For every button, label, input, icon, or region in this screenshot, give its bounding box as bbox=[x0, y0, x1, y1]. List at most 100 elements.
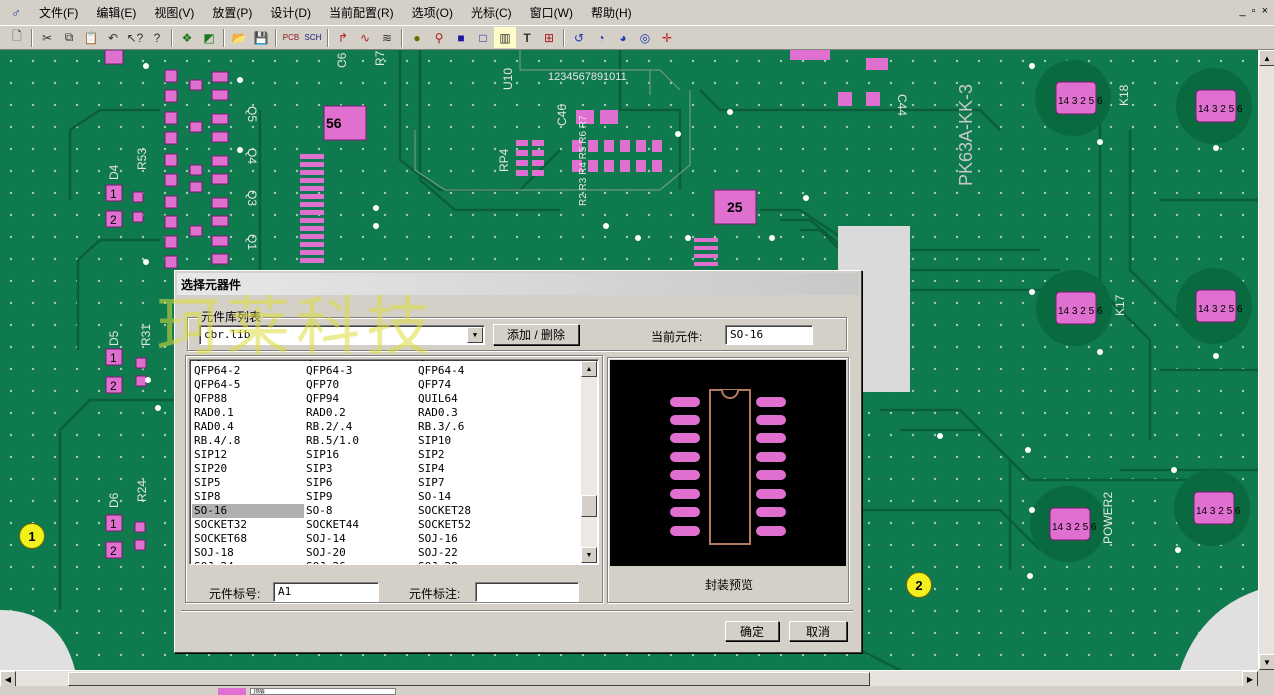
dimension-icon[interactable]: ⊞ bbox=[538, 27, 560, 48]
open-folder-icon[interactable]: 📂 bbox=[228, 27, 250, 48]
component-list-item[interactable]: SOJ-26 bbox=[304, 560, 416, 564]
component-list-item[interactable]: SO-16 bbox=[192, 504, 304, 518]
pcb-icon[interactable]: PCB bbox=[280, 27, 302, 48]
rect-icon[interactable]: □ bbox=[472, 27, 494, 48]
list-scrollbar[interactable]: ▲ ▼ bbox=[581, 361, 597, 563]
component-list-item[interactable]: RB.4/.8 bbox=[192, 434, 304, 448]
cancel-button[interactable]: 取消 bbox=[789, 621, 847, 641]
menu-config[interactable]: 当前配置(R) bbox=[320, 4, 403, 21]
scroll-up-icon[interactable]: ▲ bbox=[1259, 50, 1274, 66]
component-list-item[interactable]: QFP64-4 bbox=[416, 364, 528, 378]
component-list-item[interactable]: SO-8 bbox=[304, 504, 416, 518]
component-list-item[interactable]: QFP64-2 bbox=[192, 364, 304, 378]
scroll-left-icon[interactable]: ◀ bbox=[0, 671, 16, 687]
component-list-item[interactable]: RAD0.2 bbox=[304, 406, 416, 420]
component-list-item[interactable]: SIP6 bbox=[304, 476, 416, 490]
component-list-item[interactable]: SO-14 bbox=[416, 490, 528, 504]
arc2-icon[interactable]: ◕ bbox=[612, 27, 634, 48]
scroll-down-icon[interactable]: ▼ bbox=[1259, 654, 1274, 670]
list-scroll-thumb[interactable] bbox=[581, 495, 597, 517]
help-icon[interactable]: ? bbox=[146, 27, 168, 48]
horizontal-scroll-thumb[interactable] bbox=[68, 672, 870, 686]
component-list-item[interactable]: SOCKET68 bbox=[192, 532, 304, 546]
cross-cursor-icon[interactable]: ✛ bbox=[656, 27, 678, 48]
new-file-icon[interactable]: 🗋 bbox=[6, 27, 28, 48]
cut-icon[interactable]: ✂ bbox=[36, 27, 58, 48]
component-list-item[interactable]: QFP64-3 bbox=[304, 364, 416, 378]
component-list-item[interactable]: QUIL64 bbox=[416, 392, 528, 406]
component-list-item[interactable]: SOJ-20 bbox=[304, 546, 416, 560]
component-list-item[interactable]: SIP2 bbox=[416, 448, 528, 462]
component-list-item[interactable]: SOCKET28 bbox=[416, 504, 528, 518]
component-list-item[interactable]: QFP70 bbox=[304, 378, 416, 392]
component-list-item[interactable]: QFP74 bbox=[416, 378, 528, 392]
app-icon[interactable]: ♂ bbox=[6, 3, 26, 23]
component-list-item[interactable]: SOCKET52 bbox=[416, 518, 528, 532]
menu-place[interactable]: 放置(P) bbox=[203, 4, 261, 21]
component-list-item[interactable]: SOJ-16 bbox=[416, 532, 528, 546]
library-select[interactable]: cbr.lib ▼ bbox=[199, 325, 485, 345]
menu-file[interactable]: 文件(F) bbox=[30, 4, 87, 21]
text-icon[interactable]: T bbox=[516, 27, 538, 48]
component-list-item[interactable]: SIP12 bbox=[192, 448, 304, 462]
component-list-item[interactable]: SIP10 bbox=[416, 434, 528, 448]
wire-icon[interactable]: ↱ bbox=[332, 27, 354, 48]
circle-icon[interactable]: ◎ bbox=[634, 27, 656, 48]
context-help-icon[interactable]: ↖? bbox=[124, 27, 146, 48]
grid-icon[interactable]: ▥ bbox=[494, 27, 516, 48]
fill-icon[interactable]: ■ bbox=[450, 27, 472, 48]
designator-field[interactable]: A1 bbox=[273, 582, 379, 602]
pin-icon[interactable]: ⚲ bbox=[428, 27, 450, 48]
add-remove-button[interactable]: 添加 / 删除 bbox=[493, 324, 579, 345]
menu-edit[interactable]: 编辑(E) bbox=[87, 4, 145, 21]
close-button[interactable]: × bbox=[1262, 5, 1268, 17]
component-list-item[interactable]: RAD0.4 bbox=[192, 420, 304, 434]
menu-view[interactable]: 视图(V) bbox=[145, 4, 203, 21]
comment-field[interactable] bbox=[475, 582, 579, 602]
component-list-item[interactable]: SOJ-14 bbox=[304, 532, 416, 546]
minimize-button[interactable]: _ bbox=[1240, 5, 1246, 17]
component-list[interactable]: QFP60QFP64QFP64-1QFP64-2QFP64-3QFP64-4QF… bbox=[189, 359, 599, 565]
component-list-item[interactable]: RAD0.3 bbox=[416, 406, 528, 420]
component-list-item[interactable]: SIP7 bbox=[416, 476, 528, 490]
menu-window[interactable]: 窗口(W) bbox=[521, 4, 582, 21]
component-list-item[interactable]: SIP20 bbox=[192, 462, 304, 476]
current-component-field[interactable]: SO-16 bbox=[725, 325, 813, 345]
component-list-item[interactable]: QFP88 bbox=[192, 392, 304, 406]
list-scroll-up-icon[interactable]: ▲ bbox=[581, 361, 597, 377]
via-icon[interactable]: ● bbox=[406, 27, 428, 48]
paste-icon[interactable]: 📋 bbox=[80, 27, 102, 48]
chevron-down-icon[interactable]: ▼ bbox=[467, 327, 483, 343]
component-list-item[interactable]: SIP8 bbox=[192, 490, 304, 504]
list-scroll-down-icon[interactable]: ▼ bbox=[581, 547, 597, 563]
undo-icon[interactable]: ↶ bbox=[102, 27, 124, 48]
component-list-item[interactable]: RB.2/.4 bbox=[304, 420, 416, 434]
ok-button[interactable]: 确定 bbox=[725, 621, 779, 641]
component-list-item[interactable]: QFP94 bbox=[304, 392, 416, 406]
arc-icon[interactable]: ◔ bbox=[590, 27, 612, 48]
component-list-item[interactable]: RAD0.1 bbox=[192, 406, 304, 420]
route-icon[interactable]: ∿ bbox=[354, 27, 376, 48]
copy-icon[interactable]: ⧉ bbox=[58, 27, 80, 48]
component-list-item[interactable]: SOJ-24 bbox=[192, 560, 304, 564]
menu-cursor[interactable]: 光标(C) bbox=[462, 4, 521, 21]
component-list-item[interactable]: SOJ-28 bbox=[416, 560, 528, 564]
dialog-title[interactable]: 选择元器件 bbox=[177, 273, 859, 295]
component-list-item[interactable]: SIP9 bbox=[304, 490, 416, 504]
component-list-item[interactable]: SIP5 bbox=[192, 476, 304, 490]
horizontal-scrollbar[interactable]: ◀ ▶ bbox=[0, 670, 1258, 687]
rotate-icon[interactable]: ↺ bbox=[568, 27, 590, 48]
scroll-right-icon[interactable]: ▶ bbox=[1242, 671, 1258, 687]
sch-icon[interactable]: SCH bbox=[302, 27, 324, 48]
component-list-item[interactable]: SIP16 bbox=[304, 448, 416, 462]
bus-icon[interactable]: ≋ bbox=[376, 27, 398, 48]
vertical-scrollbar[interactable]: ▲ ▼ bbox=[1258, 50, 1274, 670]
component-list-item[interactable]: QFP64-5 bbox=[192, 378, 304, 392]
save-icon[interactable]: 💾 bbox=[250, 27, 272, 48]
component-list-item[interactable]: SOCKET44 bbox=[304, 518, 416, 532]
menu-options[interactable]: 选项(O) bbox=[403, 4, 462, 21]
menu-design[interactable]: 设计(D) bbox=[261, 4, 320, 21]
component-list-item[interactable]: RB.3/.6 bbox=[416, 420, 528, 434]
layer-field[interactable]: 顶层 bbox=[250, 688, 396, 695]
component-list-item[interactable]: SOJ-22 bbox=[416, 546, 528, 560]
